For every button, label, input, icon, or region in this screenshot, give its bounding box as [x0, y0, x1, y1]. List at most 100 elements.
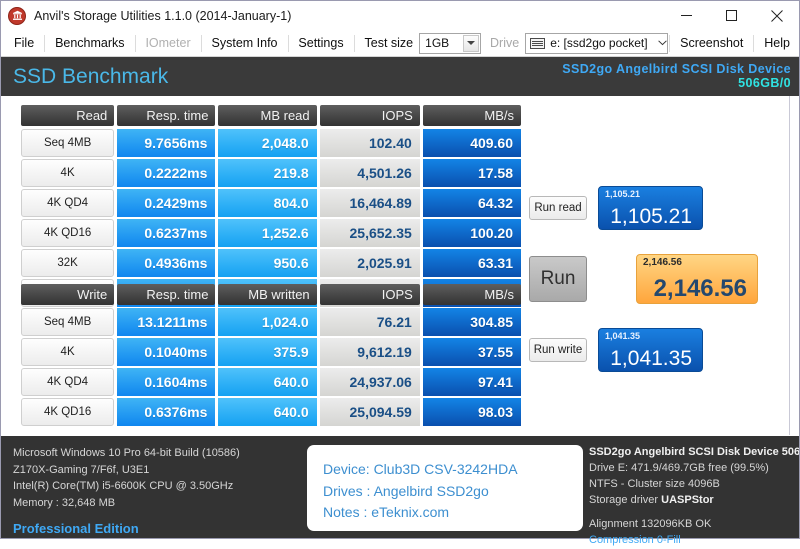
total-score-box: 2,146.56 2,146.56	[636, 254, 758, 304]
row-label: Seq 4MB	[21, 308, 114, 336]
test-size-select[interactable]: 1GB	[419, 33, 481, 54]
menu-item-file[interactable]: File	[5, 31, 43, 56]
menu-divider	[288, 35, 289, 52]
note-device: Device: Club3D CSV-3242HDA	[323, 459, 583, 481]
note-drives: Drives : Angelbird SSD2go	[323, 481, 583, 503]
menu-item-system-info[interactable]: System Info	[203, 31, 287, 56]
drive-info-driver: Storage driver UASPStor	[589, 493, 799, 509]
table-row: Seq 4MB 9.7656ms 2,048.0 102.40 409.60	[21, 129, 521, 157]
menu-item-help[interactable]: Help	[755, 31, 799, 56]
anvil-storage-utilities-window: Anvil's Storage Utilities 1.1.0 (2014-Ja…	[0, 0, 800, 539]
cell-resp-time: 13.1211ms	[117, 308, 215, 336]
drive-info: SSD2go Angelbird SCSI Disk Device 506 Dr…	[589, 445, 799, 549]
cell-mbs: 17.58	[423, 159, 521, 187]
total-score-value: 2,146.56	[654, 277, 747, 301]
system-board: Z170X-Gaming 7/F6f, U3E1	[13, 462, 240, 479]
total-score-row: Run 2,146.56 2,146.56	[529, 254, 758, 304]
drive-select[interactable]: e: [ssd2go pocket]	[525, 33, 668, 54]
device-name: SSD2go Angelbird SCSI Disk Device	[562, 63, 791, 77]
cell-mb: 1,024.0	[218, 308, 316, 336]
column-header-read: Read	[21, 105, 114, 126]
drive-info-name: SSD2go Angelbird SCSI Disk Device 506	[589, 445, 799, 461]
write-score-value: 1,041.35	[610, 348, 692, 369]
test-size-label: Test size	[356, 36, 420, 50]
run-button[interactable]: Run	[529, 256, 587, 302]
menu-divider	[753, 35, 754, 52]
maximize-icon[interactable]	[709, 1, 754, 30]
minimize-icon[interactable]	[664, 1, 709, 30]
menu-item-settings[interactable]: Settings	[289, 31, 352, 56]
cell-mbs: 63.31	[423, 249, 521, 277]
cell-mb: 375.9	[218, 338, 316, 366]
window-title: Anvil's Storage Utilities 1.1.0 (2014-Ja…	[34, 9, 291, 23]
menu-divider	[201, 35, 202, 52]
table-row: 4K QD4 0.2429ms 804.0 16,464.89 64.32	[21, 189, 521, 217]
column-header-resp-time: Resp. time	[117, 105, 215, 126]
menu-divider	[354, 35, 355, 52]
drive-info-filesystem: NTFS - Cluster size 4096B	[589, 477, 799, 493]
read-score-small: 1,105.21	[605, 189, 640, 199]
drive-value: e: [ssd2go pocket]	[545, 36, 652, 50]
drive-info-alignment: Alignment 132096KB OK	[589, 517, 799, 533]
cell-iops: 9,612.19	[320, 338, 420, 366]
cell-mb: 2,048.0	[218, 129, 316, 157]
drive-info-compression: Compression 0-Fill	[589, 533, 799, 549]
cell-mb: 640.0	[218, 368, 316, 396]
cell-resp-time: 0.2429ms	[117, 189, 215, 217]
read-score-box: 1,105.21 1,105.21	[598, 186, 703, 230]
run-write-button[interactable]: Run write	[529, 338, 587, 362]
test-size-value: 1GB	[420, 36, 454, 50]
run-read-button[interactable]: Run read	[529, 196, 587, 220]
close-icon[interactable]	[754, 1, 799, 30]
cell-resp-time: 0.4936ms	[117, 249, 215, 277]
info-bar: Microsoft Windows 10 Pro 64-bit Build (1…	[1, 435, 799, 538]
cell-mbs: 100.20	[423, 219, 521, 247]
cell-resp-time: 9.7656ms	[117, 129, 215, 157]
system-os: Microsoft Windows 10 Pro 64-bit Build (1…	[13, 445, 240, 462]
row-label: 4K QD16	[21, 219, 114, 247]
page-title: SSD Benchmark	[1, 65, 168, 89]
read-results-table: Read Resp. time MB read IOPS MB/s Seq 4M…	[21, 105, 521, 309]
row-label: 32K	[21, 249, 114, 277]
column-header-resp-time: Resp. time	[117, 284, 215, 305]
system-info: Microsoft Windows 10 Pro 64-bit Build (1…	[13, 445, 240, 539]
column-header-mb-read: MB read	[218, 105, 316, 126]
cell-resp-time: 0.6376ms	[117, 398, 215, 426]
anvil-icon	[8, 7, 26, 25]
drive-icon	[530, 38, 545, 49]
row-label: 4K QD16	[21, 398, 114, 426]
read-score-row: Run read 1,105.21 1,105.21	[529, 186, 703, 230]
table-row: 32K 0.4936ms 950.6 2,025.91 63.31	[21, 249, 521, 277]
column-header-write: Write	[21, 284, 114, 305]
benchmark-header-band: SSD Benchmark SSD2go Angelbird SCSI Disk…	[1, 57, 799, 96]
cell-iops: 25,094.59	[320, 398, 420, 426]
title-bar: Anvil's Storage Utilities 1.1.0 (2014-Ja…	[1, 1, 799, 30]
menu-item-benchmarks[interactable]: Benchmarks	[46, 31, 133, 56]
drive-info-driver-value: UASPStor	[661, 494, 714, 506]
row-label: 4K QD4	[21, 368, 114, 396]
read-score-value: 1,105.21	[610, 206, 692, 227]
cell-mb: 219.8	[218, 159, 316, 187]
system-memory: Memory : 32,648 MB	[13, 495, 240, 512]
chevron-down-icon[interactable]	[463, 35, 479, 52]
menu-bar: File Benchmarks IOmeter System Info Sett…	[1, 30, 799, 57]
cell-iops: 102.40	[320, 129, 420, 157]
cell-resp-time: 0.1604ms	[117, 368, 215, 396]
cell-mb: 1,252.6	[218, 219, 316, 247]
total-score-small: 2,146.56	[643, 257, 682, 268]
table-row: 4K 0.2222ms 219.8 4,501.26 17.58	[21, 159, 521, 187]
write-score-row: Run write 1,041.35 1,041.35	[529, 328, 703, 372]
cell-resp-time: 0.1040ms	[117, 338, 215, 366]
cell-mbs: 304.85	[423, 308, 521, 336]
cell-iops: 24,937.06	[320, 368, 420, 396]
cell-mb: 950.6	[218, 249, 316, 277]
menu-item-screenshot[interactable]: Screenshot	[671, 31, 752, 56]
table-header-row: Read Resp. time MB read IOPS MB/s	[21, 105, 521, 126]
cell-mb: 804.0	[218, 189, 316, 217]
write-score-small: 1,041.35	[605, 331, 640, 341]
cell-iops: 76.21	[320, 308, 420, 336]
cell-mbs: 64.32	[423, 189, 521, 217]
table-row: 4K QD16 0.6376ms 640.0 25,094.59 98.03	[21, 398, 521, 426]
table-row: 4K QD16 0.6237ms 1,252.6 25,652.35 100.2…	[21, 219, 521, 247]
spacer	[589, 509, 799, 517]
